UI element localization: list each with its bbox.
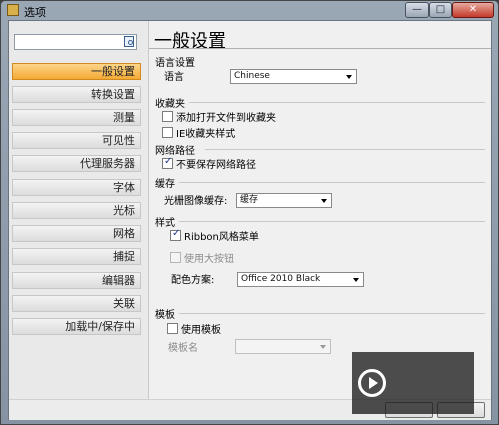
nav-item-snap[interactable]: 捕捉 [12,248,141,265]
dont-save-network-path-checkbox[interactable]: ✓ [162,156,173,169]
section-cache: 缓存 [155,179,175,190]
raster-cache-select[interactable]: 缓存 [236,193,332,208]
section-divider [189,102,485,103]
ribbon-menu-label: Ribbon风格菜单 [184,232,259,243]
section-language: 语言设置 [155,58,195,69]
chevron-down-icon [321,199,327,203]
nav-item-font[interactable]: 字体 [12,179,141,196]
search-input[interactable] [14,34,137,50]
nav-item-cursor[interactable]: 光标 [12,202,141,219]
template-name-label: 模板名 [168,343,198,354]
nav-item-editor[interactable]: 编辑器 [12,272,141,289]
app-icon [7,4,19,16]
nav-item-conversion[interactable]: 转换设置 [12,86,141,103]
raster-cache-label: 光栅图像缓存: [164,196,228,207]
section-divider [179,182,485,183]
section-favorites: 收藏夹 [155,99,185,110]
language-select[interactable]: Chinese [230,69,357,84]
color-scheme-value: Office 2010 Black [241,274,321,284]
nav-item-association[interactable]: 关联 [12,295,141,312]
check-icon: ✓ [172,228,181,239]
nav-item-measure[interactable]: 测量 [12,109,141,126]
nav-item-general[interactable]: 一般设置 [12,63,141,80]
large-buttons-checkbox[interactable] [170,252,181,263]
nav-item-grid[interactable]: 网格 [12,225,141,242]
chevron-down-icon [346,75,352,79]
ie-style-label: IE收藏夹样式 [176,129,236,140]
check-icon: ✓ [164,156,173,167]
language-label: 语言 [164,72,184,83]
color-scheme-select[interactable]: Office 2010 Black [237,272,364,287]
use-template-checkbox[interactable] [167,323,178,334]
ribbon-menu-checkbox[interactable]: ✓ [170,228,181,241]
chevron-down-icon [320,345,326,349]
play-logo-icon [358,369,386,397]
use-template-label: 使用模板 [181,325,221,336]
chevron-down-icon [353,278,359,282]
title-divider [149,48,491,49]
section-style: 样式 [155,218,175,229]
template-name-select[interactable] [235,339,331,354]
watermark [352,352,474,414]
large-buttons-label: 使用大按钮 [184,254,234,265]
page-title: 一般设置 [154,31,226,52]
nav-item-load-save[interactable]: 加载中/保存中 [12,318,141,335]
title-bar[interactable]: 选项 — □ ✕ [1,1,498,20]
options-dialog: 选项 — □ ✕ 一般设置 转换设置 测量 可见性 代理服务器 字体 光标 网格… [0,0,499,425]
section-divider [205,149,485,150]
options-nav: 一般设置 转换设置 测量 可见性 代理服务器 字体 光标 网格 捕捉 编辑器 关… [9,21,149,399]
language-value: Chinese [234,71,270,81]
nav-item-proxy[interactable]: 代理服务器 [12,155,141,172]
section-network-path: 网络路径 [155,146,195,157]
section-template: 模板 [155,310,175,321]
add-open-file-label: 添加打开文件到收藏夹 [176,113,276,124]
ie-style-checkbox[interactable] [162,127,173,138]
nav-item-visibility[interactable]: 可见性 [12,132,141,149]
raster-cache-value: 缓存 [240,195,259,205]
window-title: 选项 [24,6,46,19]
color-scheme-label: 配色方案: [171,275,215,286]
close-button[interactable]: ✕ [452,2,494,18]
minimize-button[interactable]: — [405,2,429,18]
search-icon[interactable] [124,36,134,47]
settings-pane: 一般设置 语言设置 语言 Chinese 收藏夹 添加打开文件到收藏夹 IE收藏… [149,21,491,399]
section-divider [179,313,485,314]
section-divider [179,221,485,222]
dont-save-network-path-label: 不要保存网络路径 [176,160,256,171]
add-open-file-checkbox[interactable] [162,111,173,122]
maximize-button[interactable]: □ [429,2,452,18]
